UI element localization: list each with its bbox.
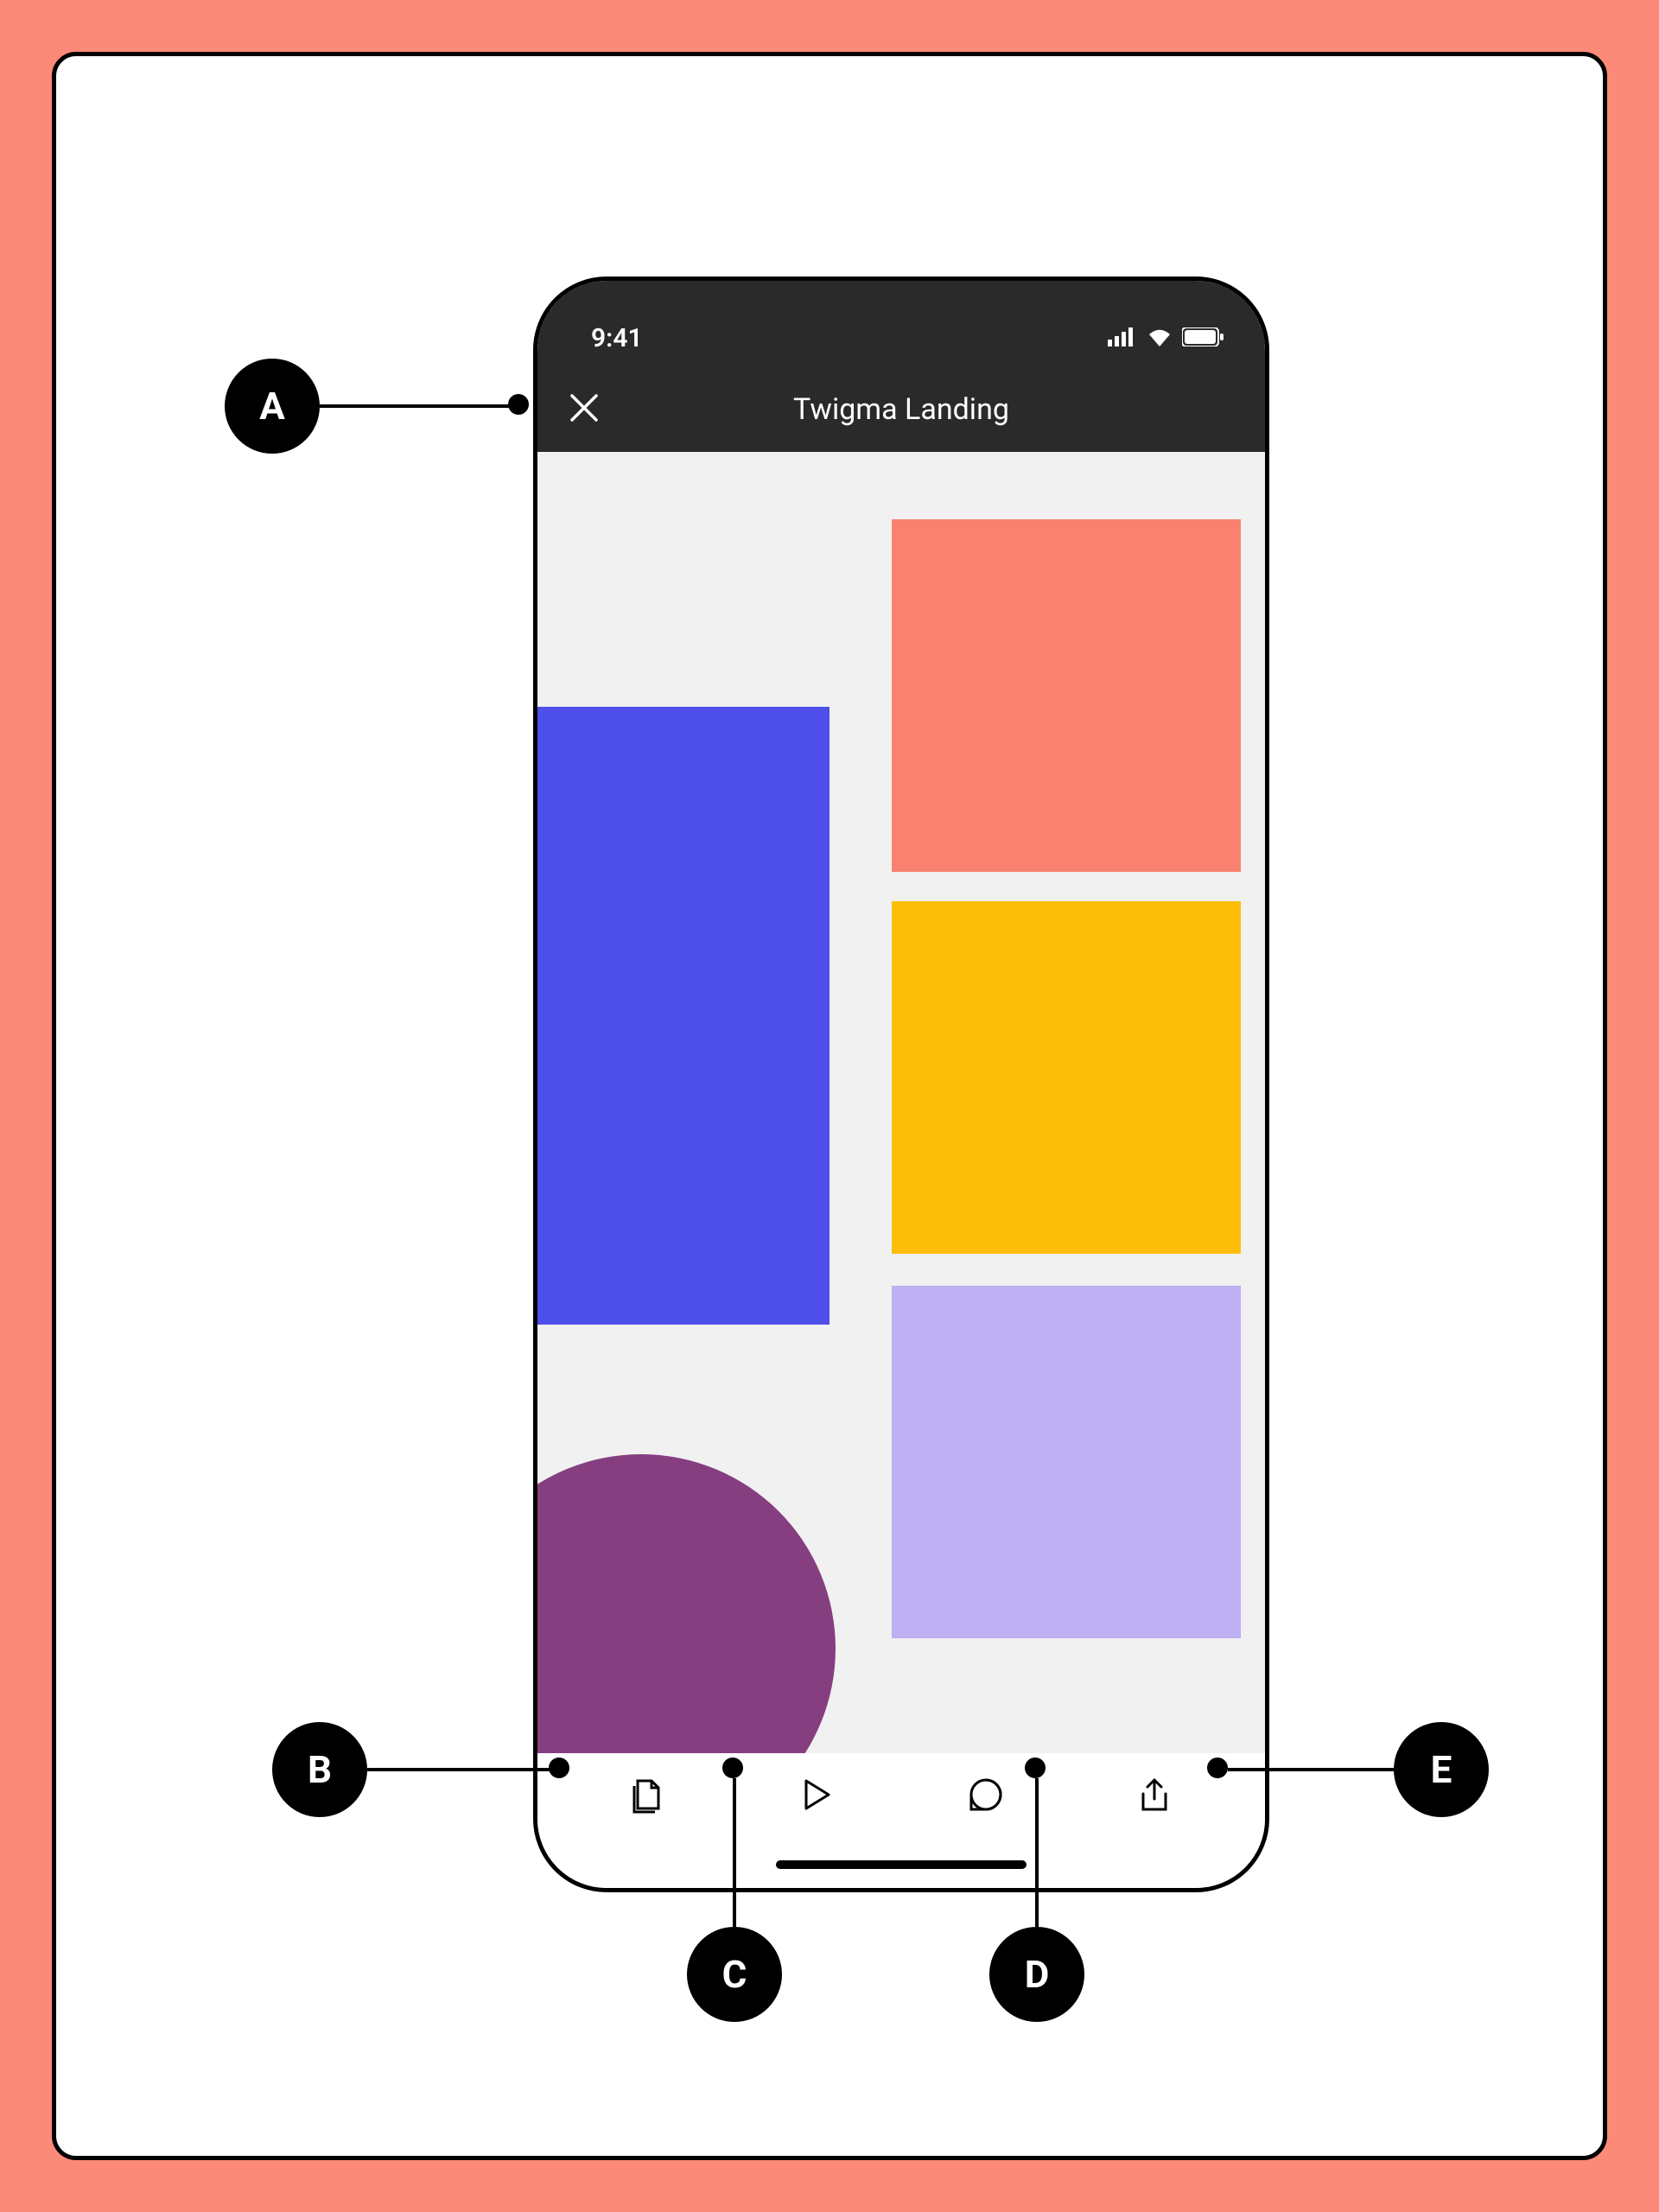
design-canvas[interactable] <box>537 452 1265 1753</box>
status-bar: 9:41 <box>537 281 1265 367</box>
title-bar: Twigma Landing <box>537 367 1265 452</box>
callout-line-c <box>733 1778 736 1929</box>
callout-badge-a: A <box>225 359 320 454</box>
callout-dot-a <box>508 394 529 415</box>
shape-blue-rectangle <box>537 707 830 1325</box>
callout-letter: E <box>1431 1747 1452 1792</box>
callout-line-d <box>1035 1778 1039 1929</box>
callout-letter: B <box>308 1747 332 1792</box>
phone-mockup: 9:41 Twigma Landing <box>533 276 1269 1892</box>
callout-badge-e: E <box>1394 1722 1489 1817</box>
shape-purple-circle <box>537 1454 836 1753</box>
pages-button[interactable] <box>620 1769 676 1824</box>
callout-letter: D <box>1025 1952 1050 1997</box>
play-button[interactable] <box>789 1769 844 1824</box>
comments-button[interactable] <box>958 1769 1014 1824</box>
callout-dot-e <box>1207 1758 1228 1778</box>
callout-line-b <box>367 1768 559 1771</box>
status-time: 9:41 <box>591 323 643 353</box>
battery-icon <box>1182 323 1224 353</box>
callout-line-a <box>320 404 518 408</box>
callout-badge-b: B <box>272 1722 367 1817</box>
play-icon <box>799 1777 834 1815</box>
callout-letter: A <box>259 384 285 429</box>
wifi-icon <box>1146 323 1173 353</box>
status-icons <box>1108 323 1224 353</box>
share-icon <box>1136 1777 1173 1816</box>
close-button[interactable] <box>565 391 603 429</box>
page-title: Twigma Landing <box>537 392 1265 427</box>
share-button[interactable] <box>1127 1769 1182 1824</box>
pages-icon <box>629 1776 667 1817</box>
diagram-frame: A B C D E 9:41 <box>52 52 1607 2160</box>
shape-yellow-rectangle <box>892 901 1241 1254</box>
shape-coral-rectangle <box>892 519 1241 872</box>
callout-line-e <box>1228 1768 1396 1771</box>
callout-badge-c: C <box>687 1927 782 2022</box>
callout-dot-c <box>722 1758 743 1778</box>
comment-icon <box>968 1777 1004 1816</box>
callout-dot-d <box>1025 1758 1046 1778</box>
home-indicator[interactable] <box>776 1860 1027 1869</box>
close-icon <box>569 392 600 427</box>
callout-badge-d: D <box>989 1927 1084 2022</box>
callout-letter: C <box>722 1952 747 1997</box>
cellular-signal-icon <box>1108 323 1137 353</box>
callout-dot-b <box>549 1758 569 1778</box>
shape-lavender-rectangle <box>892 1286 1241 1638</box>
